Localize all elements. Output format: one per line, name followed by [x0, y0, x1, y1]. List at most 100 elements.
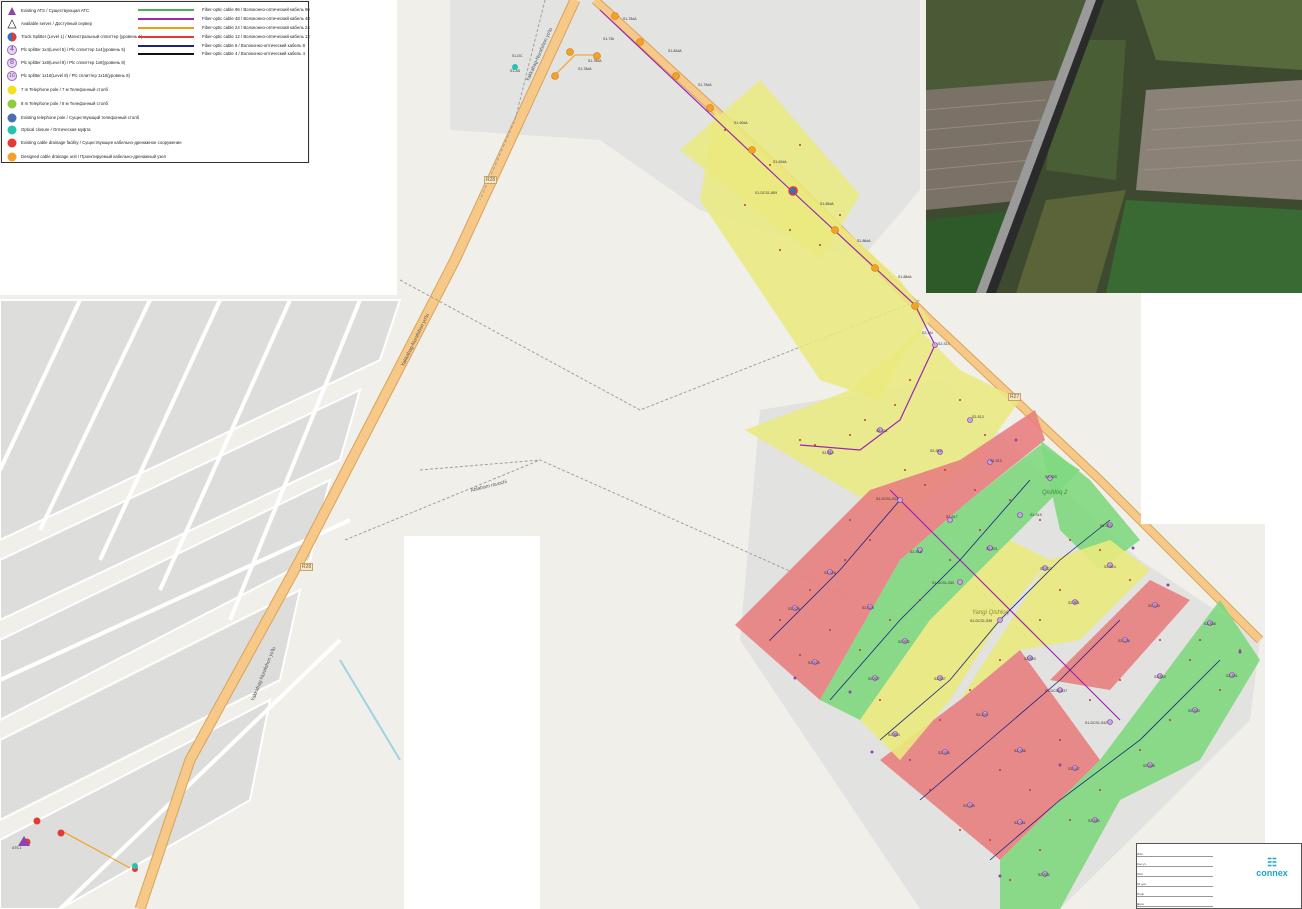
svg-text:S2-S36: S2-S36: [1118, 639, 1130, 643]
svg-text:S2-S10: S2-S10: [822, 451, 834, 455]
svg-text:S2-S47: S2-S47: [1068, 767, 1080, 771]
cable-24-line: [138, 26, 194, 29]
svg-text:S2-S19: S2-S19: [1030, 513, 1042, 517]
svg-text:S2-S14: S2-S14: [938, 342, 950, 346]
svg-text:S1-78dA: S1-78dA: [578, 67, 592, 71]
legend-item: Truck Splitter (Level 1) / Магистральный…: [7, 31, 142, 42]
title-row: № док.: [1137, 882, 1213, 887]
svg-text:S2-S26: S2-S26: [824, 571, 836, 575]
svg-text:S1-DCS1-S35: S1-DCS1-S35: [970, 619, 992, 623]
road-label: R28: [300, 563, 314, 571]
legend-cable: Fiber-optic cable 48 / Волоконно-оптичес…: [138, 14, 310, 23]
split-circle-icon: [7, 32, 17, 42]
svg-text:S1-DCS1-S37: S1-DCS1-S37: [1045, 689, 1067, 693]
svg-text:S2-S49: S2-S49: [963, 804, 975, 808]
legend-item: 7 m Telephone pole / 7 м Телефонный стол…: [7, 84, 108, 95]
svg-text:S2-S24: S2-S24: [1104, 565, 1116, 569]
svg-text:S2-S43: S2-S43: [1188, 709, 1200, 713]
svg-text:S2-1Al: S2-1Al: [922, 331, 933, 335]
svg-text:S2-S12: S2-S12: [930, 449, 942, 453]
blank-panel: [0, 163, 397, 295]
legend-item: 16 Plc splitter 1x16(Level 8) / Plc сплит…: [7, 70, 130, 81]
title-row: Подп.: [1137, 892, 1213, 897]
circle-4-icon: 4: [7, 44, 17, 55]
svg-text:S2-S33: S2-S33: [1024, 657, 1036, 661]
company-name: connex: [1256, 868, 1288, 878]
svg-text:S2-S27: S2-S27: [868, 677, 880, 681]
zone-label: Yangi Qishloq: [972, 610, 1009, 616]
circle-16-icon: 16: [7, 70, 17, 81]
cable-4-line: [138, 52, 194, 55]
legend-item: Designed cable drainage unit / Проектиру…: [7, 151, 166, 162]
svg-text:S2-S51: S2-S51: [1014, 821, 1026, 825]
svg-text:S1-DCS1-S30: S1-DCS1-S30: [932, 581, 954, 585]
svg-text:S2-S39: S2-S39: [976, 713, 988, 717]
svg-text:S2-S22: S2-S22: [1040, 567, 1052, 571]
svg-text:S2-S28: S2-S28: [788, 607, 800, 611]
svg-text:S2-S37: S2-S37: [934, 677, 946, 681]
svg-text:S2-S20: S2-S20: [1045, 475, 1057, 479]
svg-text:S1-DCS1-S42: S1-DCS1-S42: [1085, 721, 1107, 725]
svg-text:S2-S38: S2-S38: [1204, 622, 1216, 626]
blank-panel: [1141, 293, 1302, 524]
svg-text:S2-S23: S2-S23: [1100, 524, 1112, 528]
circle-8-icon: 8: [7, 57, 17, 68]
svg-text:S2-S31: S2-S31: [1068, 601, 1080, 605]
legend-item: 4 Plc splitter 1x4(Level 5) / Plc сплитте…: [7, 44, 125, 55]
svg-text:S2-S29: S2-S29: [862, 606, 874, 610]
company-logo: ☷ connex: [1247, 857, 1297, 879]
cable-48-line: [138, 17, 194, 20]
title-row: Дата: [1137, 902, 1213, 907]
title-row: Изм.: [1137, 852, 1213, 857]
legend-item: 8 Plc splitter 1x8(Level 8) / Plc сплитте…: [7, 57, 125, 68]
cable-96-line: [138, 8, 194, 11]
title-row: Кол.уч.: [1137, 862, 1213, 867]
blank-panel: [404, 536, 540, 909]
yellow-dot-icon: [7, 85, 17, 95]
trunk-splitter-icon[interactable]: [788, 186, 798, 196]
svg-text:S2-S44: S2-S44: [888, 733, 900, 737]
svg-text:S2-S41: S2-S41: [1226, 674, 1238, 678]
map-legend: Existing ATS / Существующая АТС Availabl…: [1, 1, 310, 163]
legend-cable: Fiber-optic cable 4 / Волоконно-оптическ…: [138, 49, 305, 58]
svg-text:S1-82dA: S1-82dA: [668, 49, 682, 53]
orange-dot-icon: [7, 152, 17, 162]
svg-text:S1-76dA: S1-76dA: [588, 59, 602, 63]
svg-text:S1-62dA: S1-62dA: [773, 160, 787, 164]
teal-dot-icon: [7, 125, 17, 135]
connex-logo-icon: ☷: [1267, 857, 1277, 869]
legend-cable: Fiber-optic cable 96 / Волоконно-оптичес…: [138, 5, 310, 14]
blank-panel: [310, 0, 397, 163]
green-dot-icon: [7, 99, 17, 109]
svg-text:S2-S18: S2-S18: [910, 550, 922, 554]
legend-item: Existing ATS / Существующая АТС: [7, 5, 89, 16]
cable-8-line: [138, 44, 194, 47]
road-label: R28: [484, 176, 498, 184]
svg-text:S2-S10: S2-S10: [990, 459, 1002, 463]
svg-text:S2-S50: S2-S50: [1088, 819, 1100, 823]
svg-text:S1-90dA: S1-90dA: [734, 121, 748, 125]
legend-cable: Fiber-optic cable 24 / Волоконно-оптичес…: [138, 23, 310, 32]
svg-text:S2-S52: S2-S52: [1038, 873, 1050, 877]
svg-text:ATS-1: ATS-1: [12, 846, 22, 850]
svg-text:S2-S46: S2-S46: [1014, 749, 1026, 753]
legend-cable: Fiber-optic cable 12 / Волоконно-оптичес…: [138, 32, 310, 41]
legend-item: Optical closure / Оптическая муфта: [7, 124, 91, 135]
svg-text:S1-78dA: S1-78dA: [623, 17, 637, 21]
zone-label: Qishloq 2: [1042, 490, 1068, 496]
svg-text:S1-75dA: S1-75dA: [698, 83, 712, 87]
legend-item: Available server / Доступный сервер: [7, 18, 92, 29]
cable-12-line: [138, 35, 194, 38]
legend-item: Existing cable drainage facility / Сущес…: [7, 137, 182, 148]
legend-item: Existing telephone pole / Существующий т…: [7, 112, 139, 123]
road-label: R27: [1008, 393, 1022, 401]
svg-text:S2-S25: S2-S25: [808, 661, 820, 665]
svg-text:S1-AS: S1-AS: [510, 69, 521, 73]
svg-text:S2-S32: S2-S32: [898, 640, 910, 644]
satellite-inset: [926, 0, 1302, 293]
svg-text:S2-S34: S2-S34: [1148, 604, 1160, 608]
blank-panel: [1265, 524, 1302, 843]
svg-text:S2-S48: S2-S48: [1143, 764, 1155, 768]
svg-text:S2-S11: S2-S11: [876, 429, 887, 433]
svg-text:S2-S13: S2-S13: [972, 415, 984, 419]
